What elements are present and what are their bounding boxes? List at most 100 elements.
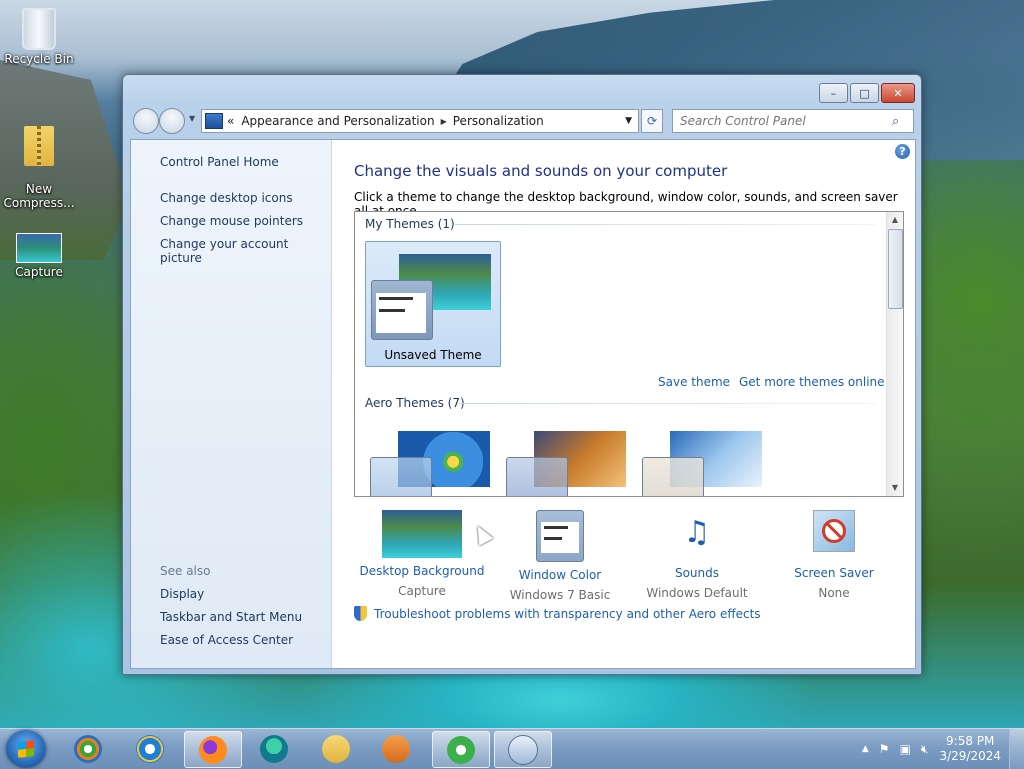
zip-folder-icon <box>24 126 54 166</box>
navigation-bar: ▼ « Appearance and Personalization ▶ Per… <box>131 108 914 134</box>
desktop-background-value: Capture <box>398 584 446 598</box>
help-icon[interactable]: ? <box>895 144 910 159</box>
maximize-button[interactable]: □ <box>850 83 879 103</box>
internet-explorer-icon <box>136 734 164 763</box>
media-player-icon <box>382 734 410 763</box>
window-color-setting[interactable]: Window Color Windows 7 Basic <box>490 510 630 602</box>
network-icon[interactable]: ▣ <box>900 742 911 756</box>
taskbar-start-menu-link[interactable]: Taskbar and Start Menu <box>160 610 302 624</box>
breadcrumb-separator[interactable]: ▶ <box>441 117 447 126</box>
breadcrumb-personalization[interactable]: Personalization <box>453 114 544 128</box>
aero-themes-header[interactable]: Aero Themes (7) <box>365 396 465 410</box>
troubleshoot-link[interactable]: Troubleshoot problems with transparency … <box>354 606 761 621</box>
window-color-label[interactable]: Window Color <box>490 568 630 582</box>
control-panel-icon <box>508 734 538 765</box>
sounds-value: Windows Default <box>646 586 748 600</box>
window-color-value: Windows 7 Basic <box>509 588 611 602</box>
change-desktop-icons-link[interactable]: Change desktop icons <box>160 191 293 205</box>
media-center-icon <box>74 734 102 763</box>
scroll-down-arrow-icon[interactable]: ▼ <box>887 480 903 496</box>
desktop-icon-label: New Compress... <box>3 182 75 210</box>
recycle-bin-icon <box>22 8 56 50</box>
my-themes-header[interactable]: My Themes (1) <box>365 217 455 231</box>
address-bar[interactable]: « Appearance and Personalization ▶ Perso… <box>201 109 639 133</box>
change-mouse-pointers-link[interactable]: Change mouse pointers <box>160 214 303 228</box>
desktop-icon-zip-folder[interactable]: New Compress... <box>3 112 75 210</box>
display-link[interactable]: Display <box>160 587 204 601</box>
caption-buttons: – □ ✕ <box>819 83 915 103</box>
window-color-preview <box>506 457 568 496</box>
show-desktop-button[interactable] <box>1009 729 1024 769</box>
taskbar-edge[interactable] <box>246 731 302 766</box>
window-color-preview <box>642 457 704 496</box>
sounds-label[interactable]: Sounds <box>627 566 767 580</box>
sounds-setting[interactable]: ♫ Sounds Windows Default <box>627 510 767 600</box>
personalization-window: – □ ✕ ▼ « Appearance and Personalization… <box>122 74 922 675</box>
desktop-background-icon <box>382 510 462 558</box>
taskbar: ▲ ⚑ ▣ 🔇︎ 9:58 PM 3/29/2024 <box>0 728 1024 769</box>
taskbar-cloud-app[interactable] <box>432 731 490 768</box>
chevron-down-icon[interactable]: ▼ <box>625 116 632 126</box>
ease-of-access-link[interactable]: Ease of Access Center <box>160 633 293 647</box>
back-button[interactable] <box>133 108 159 134</box>
theme-tile-label: Unsaved Theme <box>384 348 482 362</box>
theme-list-scrollbar[interactable]: ▲ ▼ <box>886 212 903 496</box>
taskbar-internet-explorer[interactable] <box>122 731 178 766</box>
volume-muted-icon[interactable]: 🔇︎ <box>921 742 929 757</box>
window-color-preview <box>370 457 432 496</box>
theme-tile-architecture[interactable] <box>501 419 635 496</box>
windows-logo-icon <box>18 740 34 758</box>
change-account-picture-link[interactable]: Change your account picture <box>160 237 331 265</box>
refresh-button[interactable]: ⟳ <box>641 109 663 133</box>
show-hidden-icons-icon[interactable]: ▲ <box>862 744 869 754</box>
edge-icon <box>260 734 288 763</box>
start-button[interactable] <box>6 730 46 768</box>
screen-saver-label[interactable]: Screen Saver <box>764 566 904 580</box>
group-divider <box>455 224 875 225</box>
forward-button[interactable] <box>159 108 185 134</box>
taskbar-firefox[interactable] <box>184 731 242 768</box>
firefox-icon <box>199 735 227 764</box>
search-input[interactable] <box>673 113 892 129</box>
troubleshoot-label[interactable]: Troubleshoot problems with transparency … <box>374 607 761 621</box>
screen-saver-icon <box>764 510 904 560</box>
clock-time: 9:58 PM <box>946 734 995 748</box>
desktop-icon-label: Capture <box>15 265 63 279</box>
control-panel-home-link[interactable]: Control Panel Home <box>160 155 279 169</box>
desktop-background-label[interactable]: Desktop Background <box>352 564 492 578</box>
theme-list[interactable]: My Themes (1) Unsaved Theme Save theme G… <box>354 211 904 497</box>
taskbar-media-center[interactable] <box>60 731 116 766</box>
screen-saver-value: None <box>818 586 850 600</box>
refresh-icon: ⟳ <box>646 114 658 128</box>
desktop-icon-recycle-bin[interactable]: Recycle Bin <box>3 8 75 66</box>
desktop-background-setting[interactable]: Desktop Background Capture <box>352 510 492 598</box>
breadcrumb-appearance[interactable]: Appearance and Personalization <box>241 114 434 128</box>
main-content: ? Change the visuals and sounds on your … <box>332 140 915 668</box>
save-theme-link[interactable]: Save theme <box>658 375 730 389</box>
clock-date: 3/29/2024 <box>939 749 1001 763</box>
clock[interactable]: 9:58 PM 3/29/2024 <box>939 734 1001 764</box>
screen-saver-setting[interactable]: Screen Saver None <box>764 510 904 600</box>
theme-tile-characters[interactable] <box>637 419 771 496</box>
close-button[interactable]: ✕ <box>881 83 915 103</box>
search-box[interactable]: ⌕ <box>672 109 914 133</box>
action-center-flag-icon[interactable]: ⚑ <box>879 742 890 756</box>
folder-icon <box>322 734 350 763</box>
get-more-themes-link[interactable]: Get more themes online <box>739 375 885 389</box>
theme-tile-unsaved[interactable]: Unsaved Theme <box>365 241 501 367</box>
taskbar-file-explorer[interactable] <box>308 731 364 766</box>
task-pane: Control Panel Home Change desktop icons … <box>131 140 332 668</box>
recent-pages-dropdown[interactable]: ▼ <box>189 114 195 123</box>
desktop-icon-capture[interactable]: Capture <box>3 233 75 279</box>
address-overflow-chevron[interactable]: « <box>227 114 234 128</box>
group-divider <box>459 403 875 404</box>
theme-tile-windows-7[interactable] <box>365 419 499 496</box>
shield-icon <box>354 606 367 621</box>
notification-area: ▲ ⚑ ▣ 🔇︎ 9:58 PM 3/29/2024 <box>857 729 1024 769</box>
minimize-button[interactable]: – <box>819 83 848 103</box>
taskbar-control-panel[interactable] <box>494 731 552 768</box>
search-icon[interactable]: ⌕ <box>892 114 899 129</box>
scroll-up-arrow-icon[interactable]: ▲ <box>887 212 903 228</box>
scroll-thumb[interactable] <box>888 229 903 309</box>
taskbar-media-player[interactable] <box>368 731 424 766</box>
